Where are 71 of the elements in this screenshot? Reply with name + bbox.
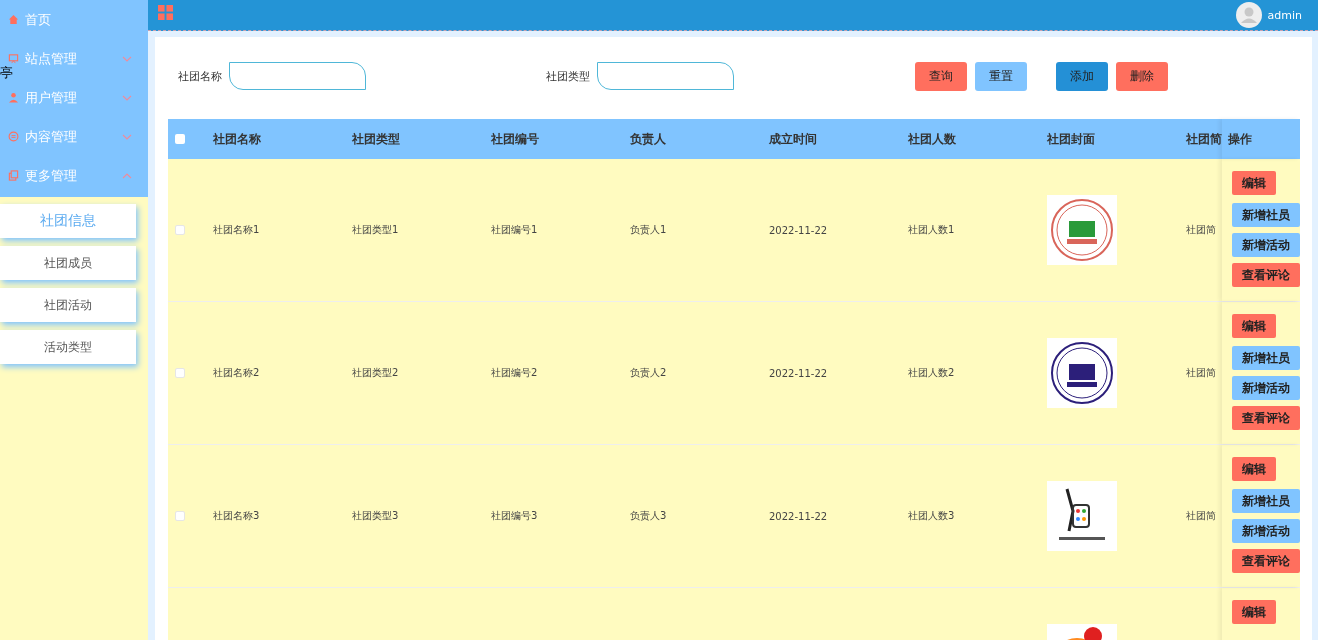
table-cell: 负责人1 [630,223,667,237]
home-icon [8,14,19,25]
row-action-button[interactable]: 新增社员 [1232,203,1300,227]
row-checkbox[interactable] [175,511,185,521]
chat-icon [8,131,19,142]
stray-glyph: 亭 [0,64,13,82]
user-name[interactable]: admin [1267,8,1302,22]
row-checkbox[interactable] [175,368,185,378]
table-cell: 社团简 [1186,509,1216,523]
action-button[interactable]: 删除 [1116,61,1168,91]
row-action-button[interactable]: 新增活动 [1232,376,1300,400]
action-button[interactable]: 重置 [975,61,1027,91]
column-header: 社团名称 [213,130,261,148]
column-header: 社团人数 [908,130,956,148]
row-action-button[interactable]: 查看评论 [1232,549,1300,573]
table-cell: 2022-11-22 [769,510,828,522]
column-header: 负责人 [630,130,666,148]
row-action-button[interactable]: 编辑 [1232,457,1276,481]
avatar-icon[interactable] [1235,2,1262,28]
row-action-button[interactable]: 编辑 [1232,314,1276,338]
grid-icon[interactable] [158,5,173,20]
table-cell: 社团名称1 [213,223,260,237]
table-cell: 社团编号2 [491,366,538,380]
column-header: 社团封面 [1047,130,1095,148]
field-label: 社团类型 [546,68,590,84]
table-cell: 社团名称3 [213,509,260,523]
submenu-item[interactable]: 活动类型 [0,330,136,364]
column-header: 成立时间 [769,130,817,148]
table-cell: 负责人3 [630,509,667,523]
table-cell: 社团类型1 [352,223,399,237]
table-cell: 社团人数1 [908,223,955,237]
table-cell: 社团类型3 [352,509,399,523]
table-cell: 社团编号1 [491,223,538,237]
monitor-icon [8,53,19,64]
chevron-up-icon [122,172,132,179]
column-header: 社团简 [1186,130,1222,148]
row-checkbox[interactable] [175,225,185,235]
table-cell: 社团编号3 [491,509,538,523]
row-action-button[interactable]: 新增活动 [1232,519,1300,543]
chevron-down-icon [122,133,132,140]
table-cell: 社团人数2 [908,366,955,380]
table-cell: 社团名称2 [213,366,260,380]
row-action-button[interactable]: 查看评论 [1232,406,1300,430]
search-field[interactable] [229,62,366,90]
column-header: 社团编号 [491,130,539,148]
table-cell: 社团类型2 [352,366,399,380]
copy-icon [8,170,19,181]
row-action-button[interactable]: 新增活动 [1232,233,1300,257]
action-button[interactable]: 添加 [1056,61,1108,91]
table-cell: 社团人数3 [908,509,955,523]
table-cell: 社团简 [1186,223,1216,237]
table-cell: 2022-11-22 [769,367,828,379]
action-button[interactable]: 查询 [915,61,967,91]
search-field[interactable] [597,62,734,90]
field-label: 社团名称 [178,68,222,84]
submenu-item[interactable]: 社团成员 [0,246,136,280]
column-header: 社团类型 [352,130,400,148]
row-action-button[interactable]: 查看评论 [1232,263,1300,287]
row-action-button[interactable]: 编辑 [1232,171,1276,195]
row-action-button[interactable]: 新增社员 [1232,489,1300,513]
user-icon [8,92,19,103]
chevron-down-icon [122,94,132,101]
table-cell: 2022-11-22 [769,224,828,236]
row-action-button[interactable]: 编辑 [1232,600,1276,624]
chevron-down-icon [122,55,132,62]
table-cell: 社团简 [1186,366,1216,380]
column-header: 操作 [1228,130,1252,148]
select-all-checkbox[interactable] [175,134,185,144]
submenu-item[interactable]: 社团活动 [0,288,136,322]
table-cell: 负责人2 [630,366,667,380]
row-action-button[interactable]: 新增社员 [1232,346,1300,370]
